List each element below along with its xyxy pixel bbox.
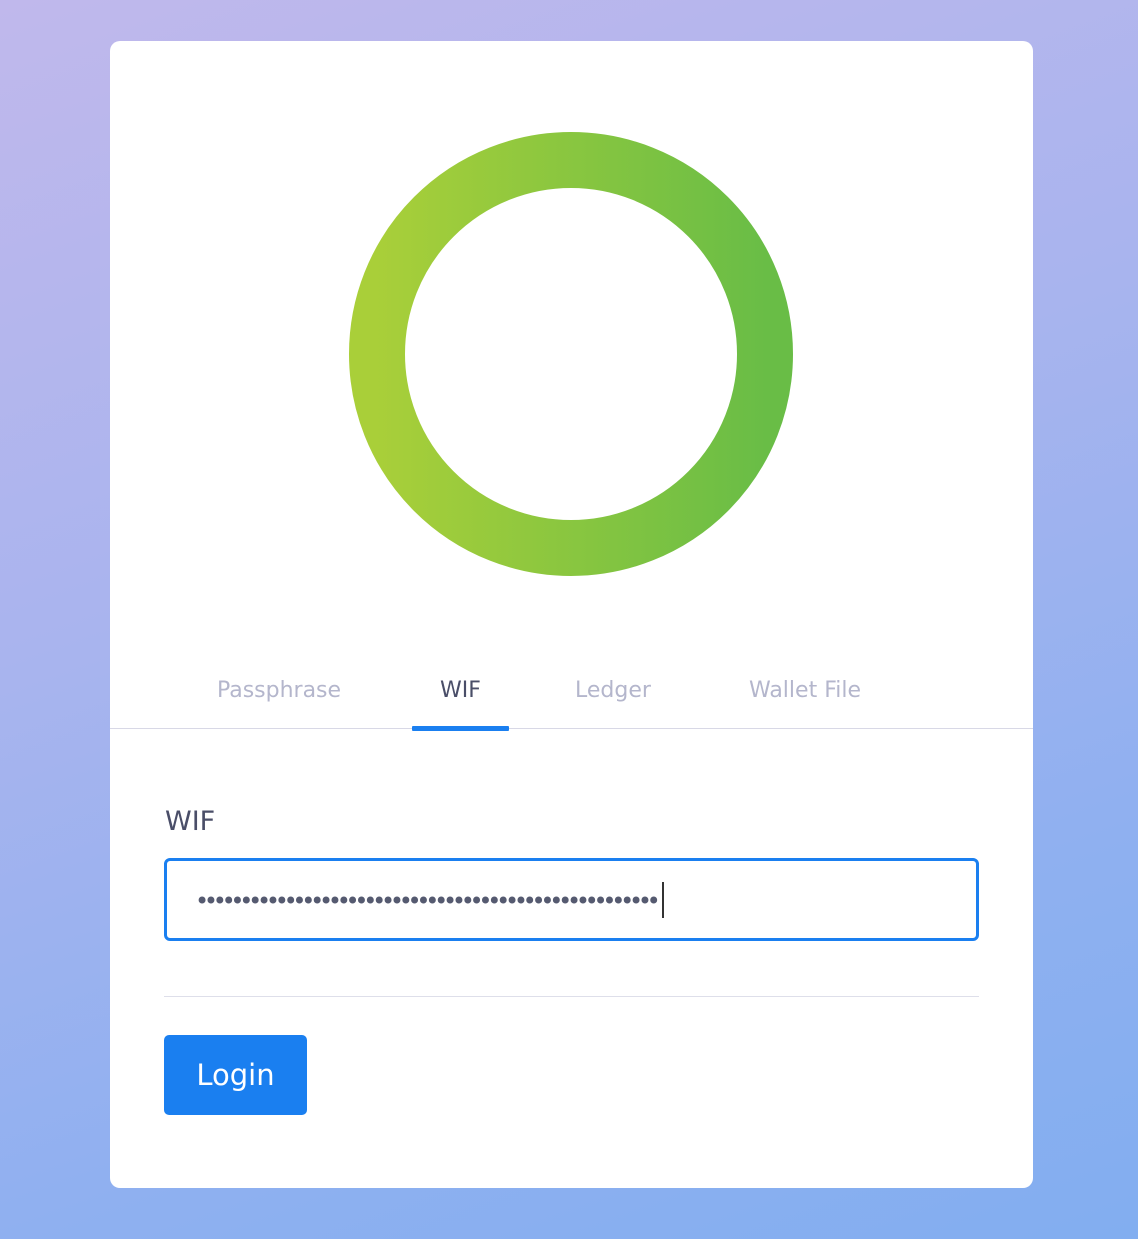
tab-wif-label: WIF xyxy=(440,678,481,703)
logo-ring xyxy=(349,132,793,576)
tab-wif[interactable]: WIF xyxy=(412,661,509,731)
login-button[interactable]: Login xyxy=(164,1035,307,1115)
wif-masked-dots: ••••••••••••••••••••••••••••••••••••••••… xyxy=(195,887,661,915)
tab-passphrase[interactable]: Passphrase xyxy=(200,661,358,728)
active-tab-indicator xyxy=(412,726,509,731)
tab-wallet-file-label: Wallet File xyxy=(748,678,862,703)
form-divider xyxy=(164,996,979,997)
wif-field-label: WIF xyxy=(165,806,216,837)
tab-ledger-label: Ledger xyxy=(575,678,651,703)
login-card: Passphrase WIF Ledger Wallet File WIF ••… xyxy=(110,41,1033,1188)
tab-ledger[interactable]: Ledger xyxy=(562,661,664,728)
tab-passphrase-label: Passphrase xyxy=(216,678,342,703)
text-caret xyxy=(661,882,664,918)
wif-masked-value: ••••••••••••••••••••••••••••••••••••••••… xyxy=(195,882,664,920)
logo-icon xyxy=(349,132,793,576)
login-method-tabs: Passphrase WIF Ledger Wallet File xyxy=(110,661,1033,731)
tab-wallet-file[interactable]: Wallet File xyxy=(736,661,874,728)
wif-field[interactable]: ••••••••••••••••••••••••••••••••••••••••… xyxy=(164,858,979,941)
green-ring-logo xyxy=(348,131,794,577)
